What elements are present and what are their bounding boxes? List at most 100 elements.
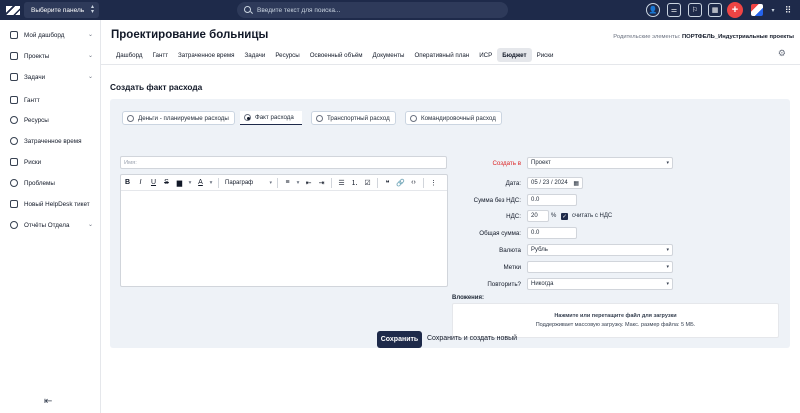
- dropzone-title: Нажмите или перетащите файл для загрузки: [554, 313, 677, 319]
- sidebar-item-gantt[interactable]: Гантт: [0, 92, 101, 108]
- name-input[interactable]: Имя:: [120, 156, 447, 169]
- bold-icon[interactable]: B: [121, 179, 134, 186]
- file-dropzone[interactable]: Нажмите или перетащите файл для загрузки…: [452, 303, 779, 338]
- resources-icon: [10, 116, 18, 124]
- helpdesk-icon: [10, 200, 18, 208]
- collapse-sidebar-icon[interactable]: ⇤: [44, 396, 52, 407]
- paragraph-style-label: Параграф: [225, 179, 254, 186]
- vat-unit: %: [551, 213, 557, 219]
- tab-gantt[interactable]: Гантт: [148, 48, 174, 62]
- toolbar-divider: [277, 177, 278, 188]
- tab-tasks[interactable]: Задачи: [240, 48, 271, 62]
- settings-sliders-icon[interactable]: ⚙: [778, 48, 786, 59]
- parents-link[interactable]: ПОРТФЕЛЬ_Индустриальные проекты: [682, 34, 794, 40]
- filters-icon[interactable]: ⚌: [667, 3, 681, 17]
- font-color-icon[interactable]: A: [194, 179, 207, 186]
- tab-earned-value[interactable]: Освоенный объём: [305, 48, 368, 62]
- underline-icon[interactable]: U: [147, 179, 160, 186]
- search-icon: [244, 6, 251, 13]
- align-icon[interactable]: ≡: [281, 179, 294, 186]
- flag-icon[interactable]: ⚐: [688, 3, 702, 17]
- tab-budget[interactable]: Бюджет: [497, 48, 532, 62]
- user-icon[interactable]: 👤: [646, 3, 660, 17]
- create-in-select[interactable]: Проект ▾: [527, 157, 673, 169]
- chevron-down-icon: ⌄: [87, 32, 93, 38]
- radio-label: Командировочный расход: [421, 114, 496, 122]
- link-icon[interactable]: 🔗: [394, 179, 407, 187]
- sidebar-item-problems[interactable]: Проблемы: [0, 175, 101, 191]
- sidebar-item-tasks[interactable]: Задачи ⌄: [0, 69, 101, 85]
- repeat-select[interactable]: Никогда ▾: [527, 278, 673, 290]
- tab-documents[interactable]: Документы: [368, 48, 410, 62]
- calendar-icon[interactable]: ▦: [573, 180, 579, 187]
- radio-planned-expenses[interactable]: Деньги - планируемые расходы: [122, 111, 235, 125]
- dropdown-arrow-icon: ▾: [666, 247, 669, 253]
- currency-select[interactable]: Рубль ▾: [527, 244, 673, 256]
- language-flag-icon[interactable]: [751, 4, 763, 16]
- sidebar-item-label: Отчёты Отдела: [24, 221, 70, 229]
- quote-icon[interactable]: ❝: [381, 179, 394, 187]
- chevron-down-icon[interactable]: ▾: [207, 180, 215, 186]
- search-input[interactable]: Введите текст для поиска...: [237, 2, 508, 18]
- radio-label: Деньги - планируемые расходы: [138, 114, 229, 122]
- italic-icon[interactable]: I: [134, 179, 147, 186]
- paragraph-style-select[interactable]: Параграф ▾: [222, 180, 274, 186]
- calendar-icon[interactable]: ▦: [708, 3, 722, 17]
- chevron-down-icon[interactable]: ▾: [765, 2, 781, 18]
- dropdown-arrow-icon: ▾: [666, 264, 669, 270]
- sidebar-item-time[interactable]: Затраченное время: [0, 133, 101, 149]
- indent-icon[interactable]: ⇥: [315, 179, 328, 187]
- expense-form: Деньги - планируемые расходы Факт расход…: [110, 99, 790, 348]
- outdent-icon[interactable]: ⇤: [302, 179, 315, 187]
- tab-time[interactable]: Затраченное время: [173, 48, 240, 62]
- vat-input[interactable]: 20: [527, 210, 549, 222]
- sidebar-item-helpdesk[interactable]: Новый HelpDesk тикет: [0, 196, 101, 212]
- chevron-down-icon: ⌄: [87, 74, 93, 80]
- date-input[interactable]: 05 / 23 / 2024 ▦: [527, 177, 583, 189]
- tab-wbs[interactable]: ИСР: [474, 48, 497, 62]
- vat-checkbox[interactable]: ✓: [561, 213, 568, 220]
- radio-transport-expense[interactable]: Транспортный расход: [311, 111, 396, 125]
- save-button[interactable]: Сохранить: [377, 331, 422, 348]
- radio-circle: [410, 114, 417, 122]
- strikethrough-icon[interactable]: S: [160, 179, 173, 186]
- tab-operational-plan[interactable]: Оперативный план: [409, 48, 474, 62]
- numbered-list-icon[interactable]: ⒈: [348, 178, 361, 188]
- sidebar-item-resources[interactable]: Ресурсы: [0, 112, 101, 128]
- sidebar-item-label: Новый HelpDesk тикет: [24, 200, 90, 208]
- favorite-heart-icon[interactable]: ♡: [251, 30, 260, 41]
- app-logo[interactable]: [2, 0, 24, 20]
- description-editor[interactable]: B I U S ▆ ▾ A ▾ Параграф ▾ ≡ ▾ ⇤ ⇥ ☰ ⒈ ☑ ❝ 🔗…: [120, 174, 448, 287]
- code-icon[interactable]: ‹›: [407, 179, 420, 186]
- risks-icon: [10, 158, 18, 166]
- sidebar-item-dashboard[interactable]: Мой дашборд ⌄: [0, 27, 101, 43]
- bullet-list-icon[interactable]: ☰: [335, 179, 348, 187]
- sidebar-item-risks[interactable]: Риски: [0, 154, 101, 170]
- tab-risks[interactable]: Риски: [532, 48, 559, 62]
- apps-grid-icon[interactable]: ⠿: [780, 2, 796, 18]
- radio-travel-expense[interactable]: Командировочный расход: [405, 111, 502, 125]
- chevron-down-icon: ⌄: [87, 222, 93, 228]
- add-button[interactable]: +: [727, 2, 743, 18]
- vat-label: НДС:: [506, 213, 521, 220]
- sidebar-item-label: Гантт: [24, 96, 40, 104]
- radio-actual-expense[interactable]: Факт расхода: [240, 111, 302, 125]
- parent-elements: Родительские элементы: ПОРТФЕЛЬ_Индустри…: [613, 34, 794, 40]
- tab-resources[interactable]: Ресурсы: [270, 48, 304, 62]
- main-content: Проектирование больницы ♡ Родительские э…: [101, 20, 800, 413]
- tab-dashboard[interactable]: Дашборд: [111, 48, 148, 62]
- highlight-icon[interactable]: ▆: [173, 179, 186, 187]
- sum-no-vat-input[interactable]: 0.0: [527, 194, 577, 206]
- total-value: 0.0: [531, 230, 540, 236]
- save-and-create-new-button[interactable]: Сохранить и создать новый: [427, 335, 517, 342]
- panel-select[interactable]: Выберите панель ▴ ▾: [24, 2, 99, 18]
- sidebar-item-projects[interactable]: Проекты ⌄: [0, 48, 101, 64]
- more-options-icon[interactable]: ⋮: [427, 179, 440, 187]
- checklist-icon[interactable]: ☑: [361, 179, 374, 187]
- chevron-down-icon[interactable]: ▾: [294, 180, 302, 186]
- sidebar-item-reports[interactable]: Отчёты Отдела ⌄: [0, 217, 101, 233]
- chevron-down-icon[interactable]: ▾: [186, 180, 194, 186]
- tags-select[interactable]: ▾: [527, 261, 673, 273]
- total-input[interactable]: 0.0: [527, 227, 577, 239]
- tabs-divider: [101, 64, 800, 65]
